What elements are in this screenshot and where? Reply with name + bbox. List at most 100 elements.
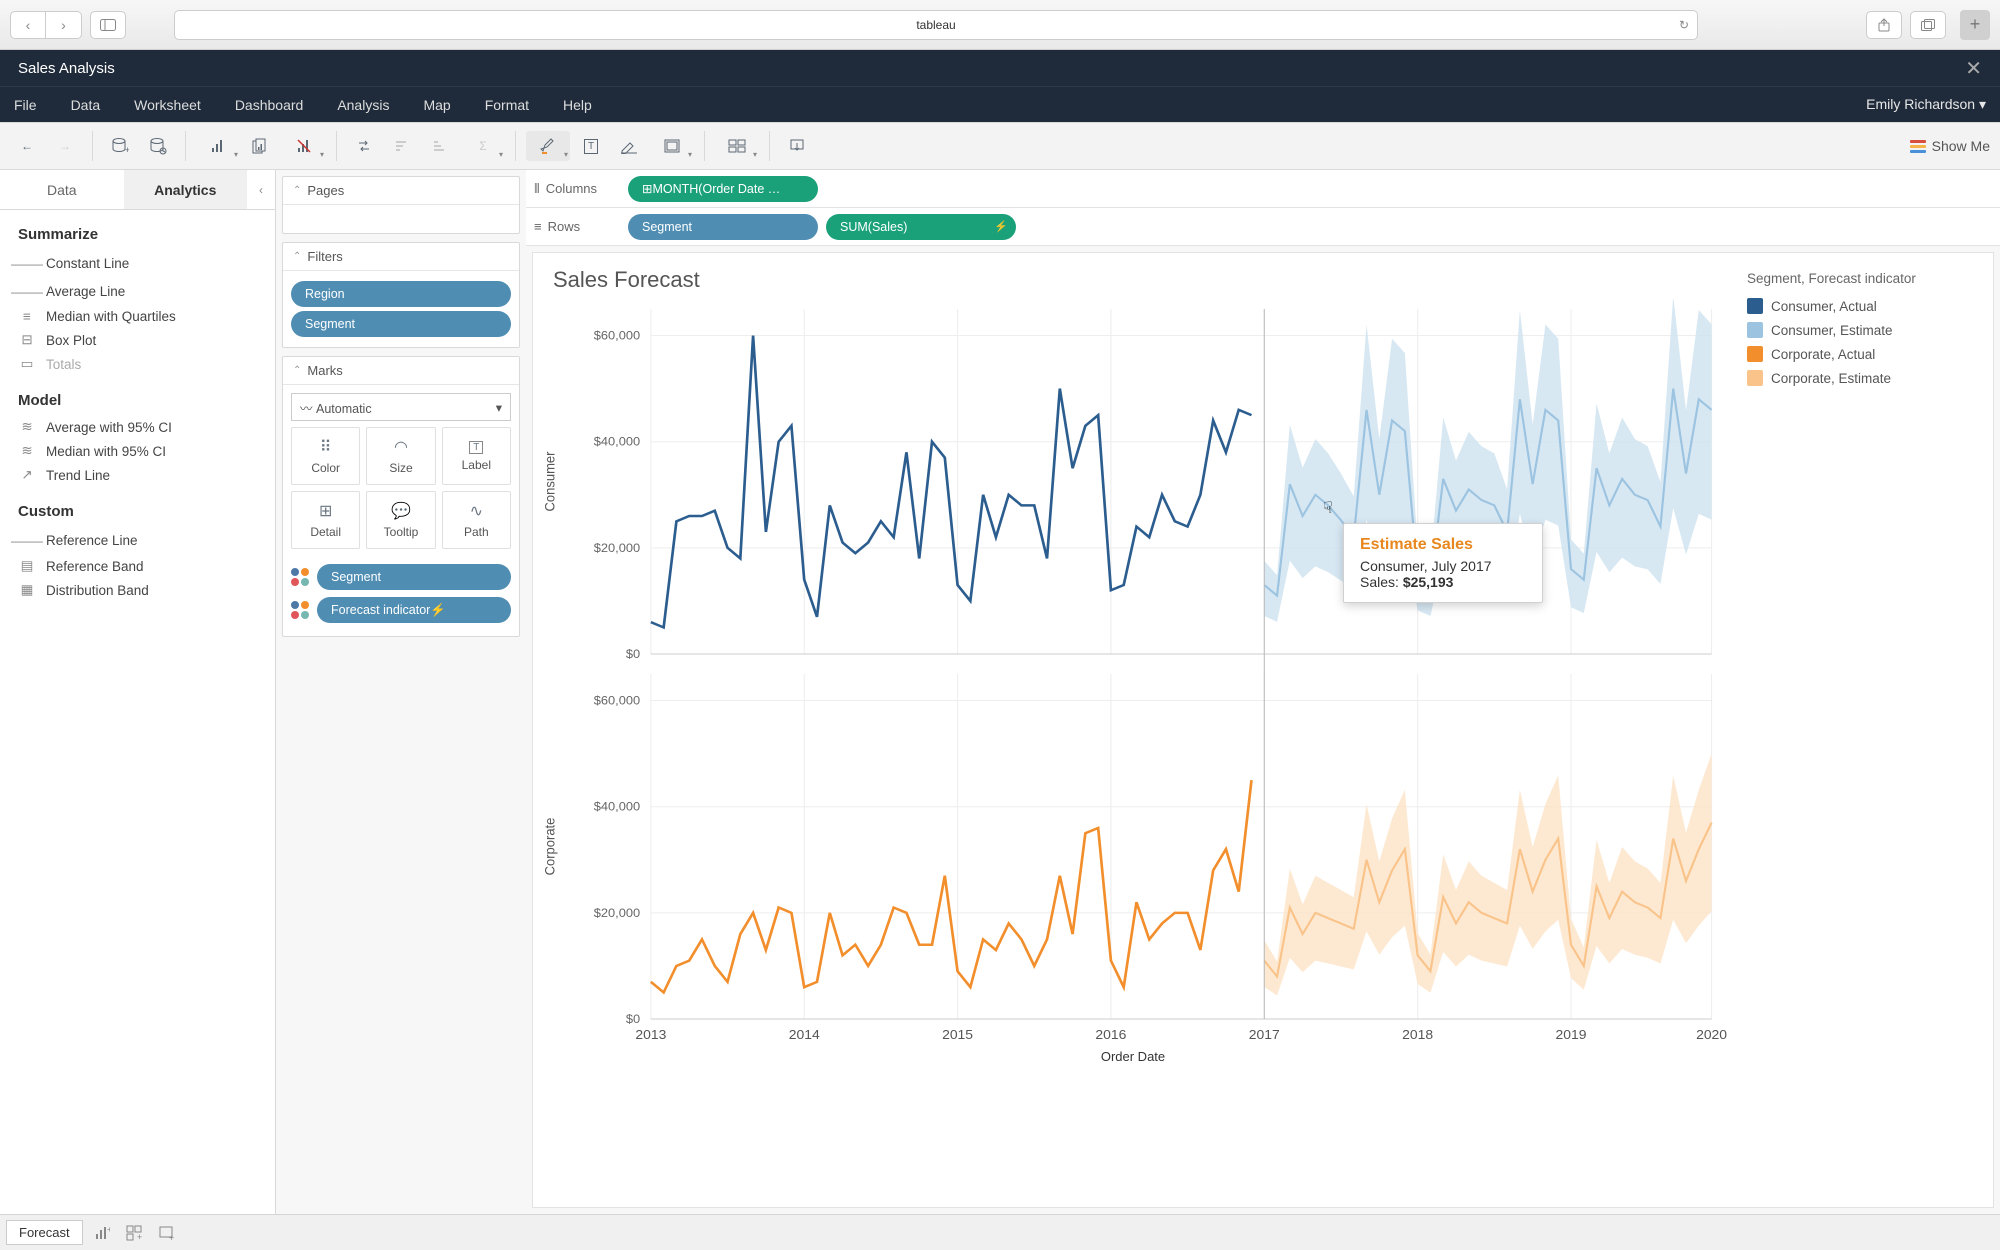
nav-fwd-button[interactable]: › [46, 11, 82, 39]
new-worksheet-icon[interactable]: + [89, 1221, 115, 1245]
legend-item[interactable]: Consumer, Estimate [1747, 318, 1979, 342]
filter-pill-segment[interactable]: Segment [291, 311, 511, 337]
legend-item[interactable]: Corporate, Estimate [1747, 366, 1979, 390]
analytics-trend-line[interactable]: ↗Trend Line [0, 463, 275, 487]
new-datasource-button[interactable]: + [103, 131, 137, 161]
cards-button[interactable] [715, 131, 759, 161]
tab-analytics[interactable]: Analytics [124, 170, 248, 209]
color-icon [291, 601, 309, 619]
menu-help[interactable]: Help [563, 97, 592, 113]
analytics-median-ci[interactable]: ≋Median with 95% CI [0, 439, 275, 463]
svg-text:2014: 2014 [789, 1027, 821, 1041]
analytics-dist-band[interactable]: ▦Distribution Band [0, 578, 275, 602]
chart-area[interactable]: Sales Forecast $0$20,000$40,000$60,000Co… [533, 253, 1733, 1207]
legend-swatch [1747, 346, 1763, 362]
highlight-button[interactable] [526, 131, 570, 161]
format-button[interactable] [612, 131, 646, 161]
download-button[interactable] [780, 131, 814, 161]
user-menu[interactable]: Emily Richardson ▾ [1866, 96, 1986, 113]
cursor-icon: ☟ [1323, 498, 1341, 516]
analytics-average-line[interactable]: ⸻Average Line [0, 277, 275, 305]
rows-pill-sales[interactable]: SUM(Sales)⚡ [826, 214, 1016, 240]
mark-size[interactable]: ◠Size [366, 427, 435, 485]
section-summarize: Summarize [0, 210, 275, 249]
analytics-ref-line[interactable]: ⸻Reference Line [0, 526, 275, 554]
mark-path[interactable]: ∿Path [442, 491, 511, 549]
menu-analysis[interactable]: Analysis [337, 97, 389, 113]
fit-button[interactable] [650, 131, 694, 161]
viz-title[interactable]: Sales Forecast [533, 253, 1733, 299]
sort-asc-button[interactable] [385, 131, 419, 161]
sidebar-toggle-button[interactable] [90, 11, 126, 39]
new-story-icon[interactable]: + [153, 1221, 179, 1245]
analytics-totals: ▭Totals [0, 352, 275, 376]
refresh-icon[interactable]: ↻ [1679, 18, 1689, 32]
mark-detail[interactable]: ⊞Detail [291, 491, 360, 549]
svg-text:2019: 2019 [1556, 1027, 1587, 1041]
redo-button[interactable]: → [48, 131, 82, 161]
new-tab-button[interactable]: + [1960, 10, 1990, 40]
labels-button[interactable]: T [574, 131, 608, 161]
filters-shelf[interactable]: ⌃Filters Region Segment [282, 242, 520, 348]
mark-tooltip[interactable]: 💬Tooltip [366, 491, 435, 549]
menu-data[interactable]: Data [71, 97, 101, 113]
svg-text:Consumer: Consumer [542, 451, 558, 511]
svg-text:$20,000: $20,000 [594, 541, 641, 555]
menu-map[interactable]: Map [423, 97, 450, 113]
browser-chrome: ‹ › tableau ↻ + [0, 0, 2000, 50]
svg-text:$20,000: $20,000 [594, 906, 641, 920]
analytics-constant-line[interactable]: ⸻Constant Line [0, 249, 275, 277]
close-button[interactable]: ✕ [1965, 56, 1982, 81]
analytics-ref-band[interactable]: ▤Reference Band [0, 554, 275, 578]
collapse-pane-button[interactable]: ‹ [247, 170, 275, 209]
sheet-tab-forecast[interactable]: Forecast [6, 1220, 83, 1245]
showme-button[interactable]: Show Me [1910, 138, 1990, 154]
legend-item[interactable]: Corporate, Actual [1747, 342, 1979, 366]
analytics-box-plot[interactable]: ⊟Box Plot [0, 328, 275, 352]
columns-pill-month[interactable]: ⊞MONTH(Order Date … [628, 176, 818, 202]
analytics-median-quartiles[interactable]: ≡Median with Quartiles [0, 305, 275, 328]
menu-dashboard[interactable]: Dashboard [235, 97, 304, 113]
clear-sheet-button[interactable] [282, 131, 326, 161]
svg-text:2018: 2018 [1402, 1027, 1433, 1041]
constant-line-icon: ⸻ [18, 253, 36, 273]
duplicate-sheet-button[interactable] [244, 131, 278, 161]
nav-back-button[interactable]: ‹ [10, 11, 46, 39]
chevron-icon: ⌃ [293, 365, 301, 376]
marks-shelf[interactable]: ⌃Marks 〰 Automatic▾ ⠿Color ◠Size TLabel … [282, 356, 520, 637]
undo-button[interactable]: ← [10, 131, 44, 161]
address-bar[interactable]: tableau ↻ [174, 10, 1698, 40]
color-icon [291, 568, 309, 586]
analytics-avg-ci[interactable]: ≋Average with 95% CI [0, 415, 275, 439]
tabs-button[interactable] [1910, 11, 1946, 39]
median-ci-icon: ≋ [18, 443, 36, 459]
section-custom: Custom [0, 487, 275, 526]
new-dashboard-icon[interactable]: + [121, 1221, 147, 1245]
mark-color[interactable]: ⠿Color [291, 427, 360, 485]
new-worksheet-button[interactable] [196, 131, 240, 161]
mark-label[interactable]: TLabel [442, 427, 511, 485]
color-pill-forecast[interactable]: Forecast indicator⚡ [317, 597, 511, 623]
toolbar: ← → + Σ T Show Me [0, 122, 2000, 170]
swap-button[interactable] [347, 131, 381, 161]
forecast-icon: ⚡ [430, 603, 446, 618]
svg-text:Corporate: Corporate [542, 818, 558, 876]
menu-file[interactable]: File [14, 97, 37, 113]
svg-text:$60,000: $60,000 [594, 329, 641, 343]
pages-shelf[interactable]: ⌃Pages [282, 176, 520, 234]
filter-pill-region[interactable]: Region [291, 281, 511, 307]
menu-format[interactable]: Format [485, 97, 529, 113]
menu-worksheet[interactable]: Worksheet [134, 97, 201, 113]
color-pill-segment[interactable]: Segment [317, 564, 511, 590]
rows-shelf[interactable]: ≡Rows Segment SUM(Sales)⚡ [526, 208, 2000, 246]
path-icon: ∿ [470, 501, 483, 521]
columns-shelf[interactable]: ⦀Columns ⊞MONTH(Order Date … [526, 170, 2000, 208]
sort-desc-button[interactable] [423, 131, 457, 161]
rows-pill-segment[interactable]: Segment [628, 214, 818, 240]
legend-item[interactable]: Consumer, Actual [1747, 294, 1979, 318]
mark-type-select[interactable]: 〰 Automatic▾ [291, 393, 511, 421]
tab-data[interactable]: Data [0, 170, 124, 209]
totals-button[interactable]: Σ [461, 131, 505, 161]
pause-data-button[interactable] [141, 131, 175, 161]
share-button[interactable] [1866, 11, 1902, 39]
